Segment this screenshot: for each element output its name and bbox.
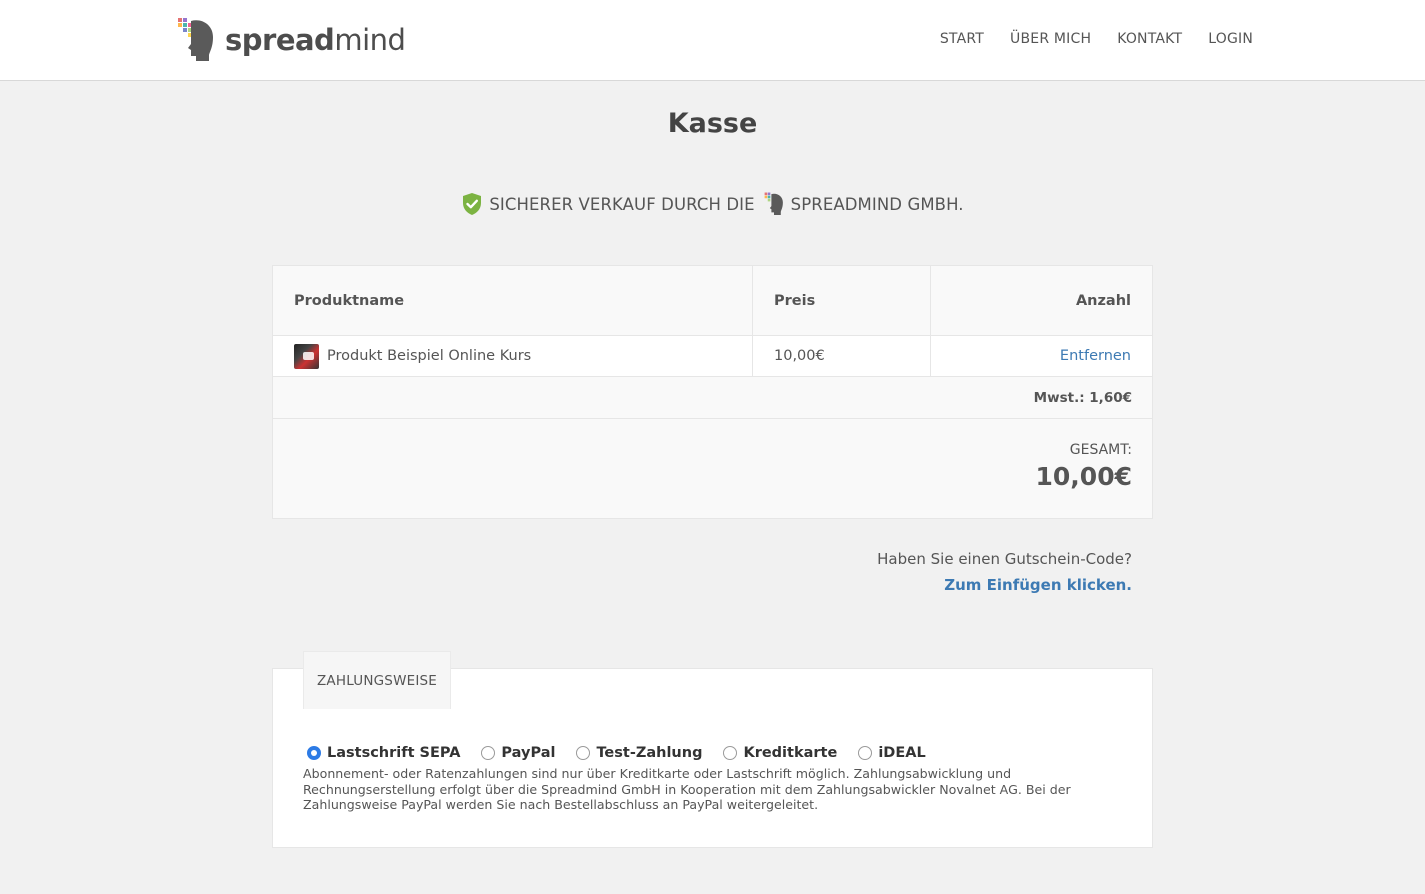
- radio-ideal[interactable]: [858, 746, 873, 760]
- tax-row: Mwst.: 1,60€: [273, 377, 1152, 419]
- col-header-price: Preis: [753, 266, 931, 335]
- tax-amount: Mwst.: 1,60€: [1033, 389, 1132, 406]
- cart-header-row: Produktname Preis Anzahl: [273, 266, 1152, 336]
- nav-kontakt[interactable]: KONTAKT: [1117, 31, 1182, 47]
- payment-option-ideal[interactable]: iDEAL: [858, 745, 926, 761]
- payment-option-test[interactable]: Test-Zahlung: [576, 745, 702, 761]
- payment-note: Abonnement- oder Ratenzahlungen sind nur…: [303, 766, 1071, 812]
- spreadmind-logo-icon: [178, 18, 213, 61]
- nav-login[interactable]: LOGIN: [1208, 31, 1253, 47]
- nav-start[interactable]: START: [940, 31, 984, 47]
- product-name: Produkt Beispiel Online Kurs: [327, 348, 532, 364]
- payment-option-label: PayPal: [501, 745, 556, 761]
- radio-sepa[interactable]: [307, 746, 321, 760]
- brand-logo[interactable]: spreadmind: [176, 17, 406, 63]
- tab-payment-method[interactable]: ZAHLUNGSWEISE: [303, 651, 451, 709]
- radio-test[interactable]: [576, 746, 591, 760]
- payment-options: Lastschrift SEPA PayPal Test-Zahlung Kre…: [307, 745, 947, 761]
- quantity-cell: Entfernen: [931, 336, 1152, 376]
- spreadmind-mini-logo-icon: [764, 192, 783, 215]
- payment-option-label: Lastschrift SEPA: [327, 745, 461, 761]
- radio-creditcard[interactable]: [723, 746, 738, 760]
- total-row: GESAMT: 10,00€: [273, 419, 1152, 518]
- payment-option-sepa[interactable]: Lastschrift SEPA: [307, 745, 460, 761]
- shield-check-icon: [463, 193, 482, 215]
- radio-paypal[interactable]: [481, 746, 496, 760]
- payment-panel: ZAHLUNGSWEISE Lastschrift SEPA PayPal Te…: [272, 651, 1153, 848]
- coupon-insert-link[interactable]: Zum Einfügen klicken.: [877, 576, 1132, 594]
- site-header: spreadmind START ÜBER MICH KONTAKT LOGIN: [0, 0, 1425, 81]
- product-thumbnail: [294, 343, 319, 369]
- nav-ueber-mich[interactable]: ÜBER MICH: [1010, 31, 1091, 47]
- main-nav: START ÜBER MICH KONTAKT LOGIN: [940, 31, 1253, 47]
- cart-table: Produktname Preis Anzahl Produkt Beispie…: [272, 265, 1153, 519]
- coupon-question: Haben Sie einen Gutschein-Code?: [877, 550, 1132, 568]
- secure-sale-banner: SICHERER VERKAUF DURCH DIE SPREADMIND GM…: [0, 192, 1425, 216]
- payment-option-paypal[interactable]: PayPal: [481, 745, 555, 761]
- secure-text-before: SICHERER VERKAUF DURCH DIE: [489, 194, 755, 214]
- coupon-section: Haben Sie einen Gutschein-Code? Zum Einf…: [877, 550, 1132, 594]
- payment-option-label: Kreditkarte: [743, 745, 838, 761]
- total-label: GESAMT:: [1069, 442, 1132, 458]
- product-price: 10,00€: [753, 336, 931, 376]
- remove-item-link[interactable]: Entfernen: [1060, 348, 1131, 364]
- payment-option-creditcard[interactable]: Kreditkarte: [723, 745, 837, 761]
- payment-option-label: Test-Zahlung: [596, 745, 703, 761]
- product-cell: Produkt Beispiel Online Kurs: [273, 336, 753, 376]
- total-value: 10,00€: [1035, 462, 1132, 491]
- payment-option-label: iDEAL: [878, 745, 926, 761]
- col-header-product: Produktname: [273, 266, 753, 335]
- col-header-quantity: Anzahl: [1075, 292, 1131, 309]
- table-row: Produkt Beispiel Online Kurs 10,00€ Entf…: [273, 336, 1152, 377]
- page-title: Kasse: [667, 108, 758, 139]
- brand-name: spreadmind: [225, 22, 406, 57]
- secure-text-after: SPREADMIND GMBH.: [790, 194, 964, 214]
